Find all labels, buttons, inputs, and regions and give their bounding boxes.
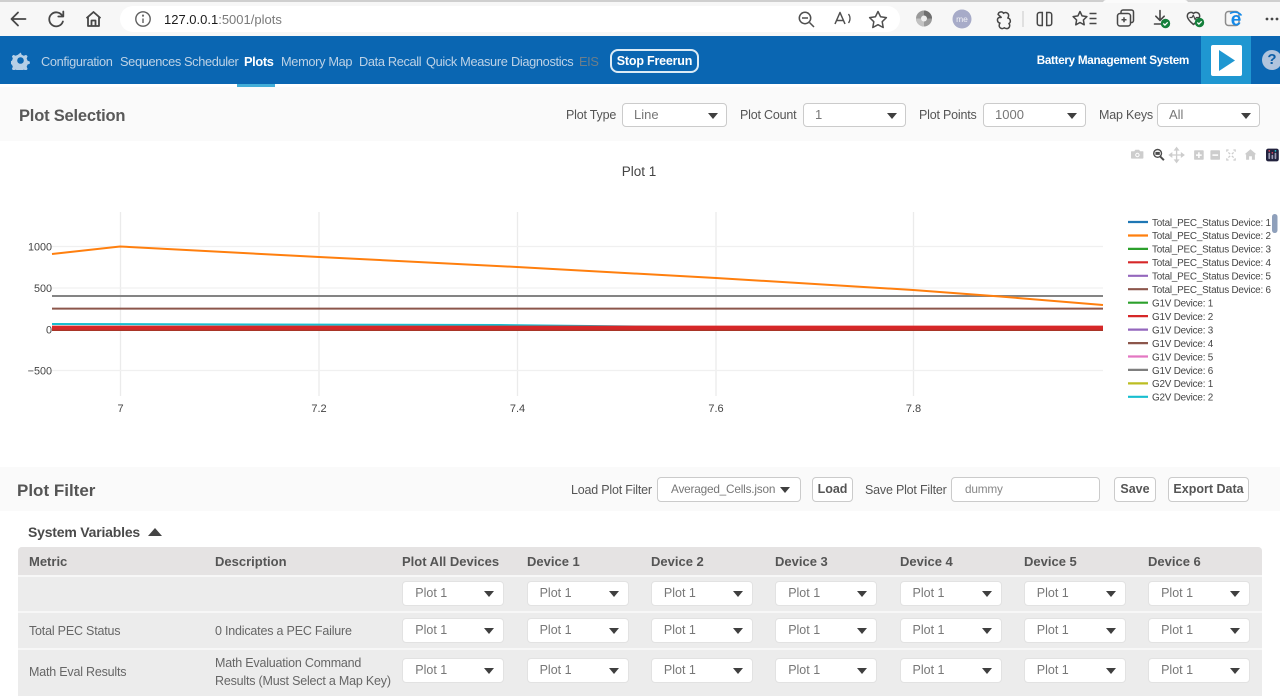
svg-text:G1V Device: 3: G1V Device: 3 — [1152, 325, 1214, 336]
svg-text:Plot 1: Plot 1 — [622, 164, 657, 179]
svg-text:Total_PEC_Status Device: 1: Total_PEC_Status Device: 1 — [1152, 218, 1272, 229]
svg-text:−500: −500 — [28, 366, 52, 378]
svg-text:0: 0 — [46, 324, 52, 336]
svg-text:Total_PEC_Status Device: 6: Total_PEC_Status Device: 6 — [1152, 285, 1272, 296]
svg-text:G2V Device: 1: G2V Device: 1 — [1152, 379, 1214, 390]
svg-text:7.6: 7.6 — [708, 403, 723, 415]
svg-text:me: me — [956, 14, 968, 24]
svg-text:G1V Device: 1: G1V Device: 1 — [1152, 299, 1214, 310]
svg-text:Total_PEC_Status Device: 2: Total_PEC_Status Device: 2 — [1152, 231, 1271, 242]
svg-text:7.4: 7.4 — [510, 403, 525, 415]
svg-text:Total_PEC_Status Device: 5: Total_PEC_Status Device: 5 — [1152, 272, 1272, 283]
svg-text:500: 500 — [34, 283, 52, 295]
svg-text:7.2: 7.2 — [311, 403, 326, 415]
svg-text:1000: 1000 — [28, 242, 52, 254]
svg-text:7.8: 7.8 — [906, 403, 921, 415]
svg-text:G1V Device: 6: G1V Device: 6 — [1152, 366, 1214, 377]
svg-text:Total_PEC_Status Device: 3: Total_PEC_Status Device: 3 — [1152, 245, 1272, 256]
svg-text:7: 7 — [117, 403, 123, 415]
svg-text:Total_PEC_Status Device: 4: Total_PEC_Status Device: 4 — [1152, 258, 1272, 269]
svg-text:G1V Device: 4: G1V Device: 4 — [1152, 339, 1214, 350]
svg-text:G1V Device: 2: G1V Device: 2 — [1152, 312, 1213, 323]
svg-text:G2V Device: 2: G2V Device: 2 — [1152, 393, 1213, 404]
svg-text:G1V Device: 5: G1V Device: 5 — [1152, 352, 1214, 363]
